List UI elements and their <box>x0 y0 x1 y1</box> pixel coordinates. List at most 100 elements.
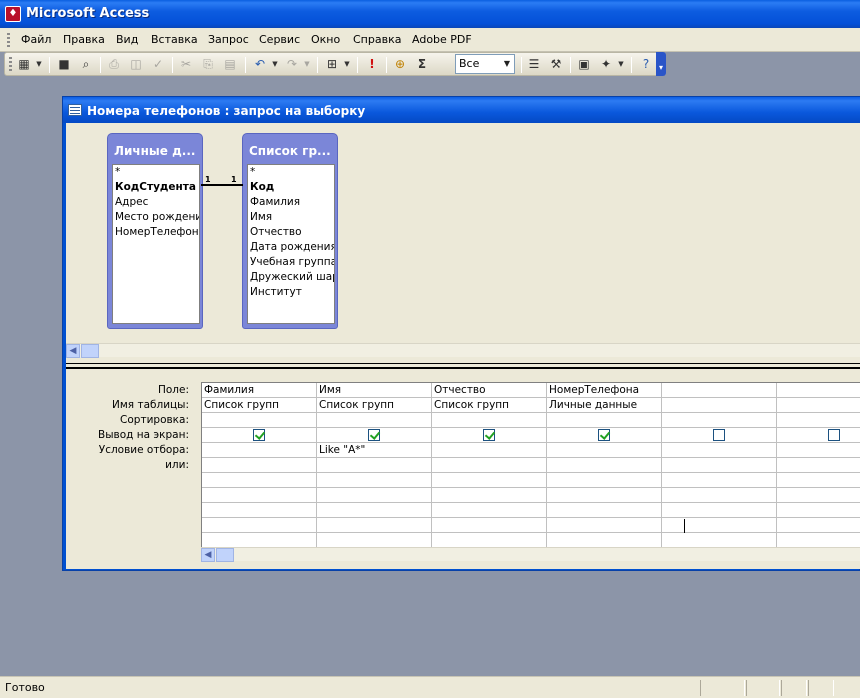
grid-cell-sort[interactable] <box>317 413 431 428</box>
grid-cell-empty[interactable] <box>547 518 661 533</box>
grid-cell-empty[interactable] <box>432 503 546 518</box>
menu-edit[interactable]: Правка <box>63 33 105 46</box>
view-icon[interactable]: ▦ <box>15 56 33 73</box>
grid-cell-empty[interactable] <box>317 518 431 533</box>
grid-cell-table[interactable]: Список групп <box>432 398 546 413</box>
grid-cell-empty[interactable] <box>662 488 776 503</box>
grid-cell-field[interactable] <box>777 383 860 398</box>
grid-cell-empty[interactable] <box>662 518 776 533</box>
grid-cell-criteria[interactable]: Like "А*" <box>317 443 431 458</box>
menu-query[interactable]: Запрос <box>208 33 249 46</box>
chevron-down-icon[interactable]: ▼ <box>500 55 514 73</box>
grid-cell-empty[interactable] <box>317 473 431 488</box>
grid-cell-table[interactable] <box>777 398 860 413</box>
grid-cell-empty[interactable] <box>202 488 316 503</box>
field-list[interactable]: * КодСтудента Адрес Место рождения Номер… <box>112 164 200 324</box>
grid-cell-empty[interactable] <box>777 488 860 503</box>
grid-cell-criteria[interactable] <box>547 443 661 458</box>
table-pane-scrollbar[interactable]: ◀ <box>66 343 860 358</box>
copy-icon[interactable]: ⎘ <box>199 56 217 73</box>
scroll-left-icon[interactable]: ◀ <box>201 548 215 562</box>
field-list-item[interactable]: Имя <box>248 210 334 225</box>
grid-cell-criteria[interactable] <box>777 443 860 458</box>
grid-cell-field[interactable]: НомерТелефона <box>547 383 661 398</box>
grid-cell-or[interactable] <box>547 458 661 473</box>
grid-cell-empty[interactable] <box>317 503 431 518</box>
show-checkbox[interactable] <box>483 429 495 441</box>
grid-cell-empty[interactable] <box>777 503 860 518</box>
table-box-title[interactable]: Список гр... <box>249 144 331 158</box>
table-box-personal-data[interactable]: Личные д... * КодСтудента Адрес Место ро… <box>107 133 203 329</box>
grid-cell-show[interactable] <box>317 428 431 443</box>
grid-cell-or[interactable] <box>432 458 546 473</box>
grid-cell-sort[interactable] <box>777 413 860 428</box>
field-list-item[interactable]: * <box>113 165 199 180</box>
show-checkbox[interactable] <box>253 429 265 441</box>
field-list-item[interactable]: Адрес <box>113 195 199 210</box>
undo-dropdown-icon[interactable]: ▼ <box>271 56 279 73</box>
field-list-item-key[interactable]: Код <box>248 180 334 195</box>
grid-cell-sort[interactable] <box>202 413 316 428</box>
grid-cell-show[interactable] <box>547 428 661 443</box>
database-window-icon[interactable]: ▣ <box>575 56 593 73</box>
grid-cell-empty[interactable] <box>317 488 431 503</box>
grid-cell-show[interactable] <box>202 428 316 443</box>
view-dropdown-icon[interactable]: ▼ <box>35 56 43 73</box>
grid-cell-empty[interactable] <box>432 488 546 503</box>
table-box-title[interactable]: Личные д... <box>114 144 196 158</box>
run-icon[interactable]: ! <box>363 56 381 73</box>
grid-cell-empty[interactable] <box>547 503 661 518</box>
paste-icon[interactable]: ▤ <box>221 56 239 73</box>
grid-cell-or[interactable] <box>777 458 860 473</box>
grid-cell-table[interactable]: Список групп <box>317 398 431 413</box>
grid-cell-sort[interactable] <box>432 413 546 428</box>
new-object-icon[interactable]: ✦ <box>597 56 615 73</box>
properties-icon[interactable]: ☰ <box>525 56 543 73</box>
grid-cell-field[interactable]: Фамилия <box>202 383 316 398</box>
grid-cell-field[interactable]: Имя <box>317 383 431 398</box>
grid-cell-show[interactable] <box>662 428 776 443</box>
menu-file[interactable]: Файл <box>21 33 51 46</box>
table-box-group-list[interactable]: Список гр... * Код Фамилия Имя Отчество … <box>242 133 338 329</box>
build-icon[interactable]: ⚒ <box>547 56 565 73</box>
grid-cell-criteria[interactable] <box>662 443 776 458</box>
query-type-dropdown-icon[interactable]: ▼ <box>343 56 351 73</box>
field-list-item[interactable]: * <box>248 165 334 180</box>
grid-cell-show[interactable] <box>432 428 546 443</box>
grid-scrollbar[interactable]: ◀ <box>201 547 860 562</box>
grid-cell-empty[interactable] <box>777 518 860 533</box>
show-checkbox[interactable] <box>368 429 380 441</box>
toolbar-options-icon[interactable]: ▾ <box>656 52 666 76</box>
grid-cell-criteria[interactable] <box>202 443 316 458</box>
grid-cell-field[interactable] <box>662 383 776 398</box>
show-table-icon[interactable]: ⊕ <box>391 56 409 73</box>
grid-cell-table[interactable]: Личные данные <box>547 398 661 413</box>
query-icon[interactable] <box>68 104 82 116</box>
field-list-item[interactable]: Фамилия <box>248 195 334 210</box>
grid-cell-or[interactable] <box>202 458 316 473</box>
toolbar-grip-handle[interactable] <box>9 57 12 72</box>
grid-cell-empty[interactable] <box>547 473 661 488</box>
grid-cell-empty[interactable] <box>202 473 316 488</box>
menu-help[interactable]: Справка <box>353 33 401 46</box>
scrollbar-thumb[interactable] <box>81 344 99 358</box>
join-line[interactable]: 1 1 <box>201 175 243 191</box>
app-title-bar[interactable]: ♦ Microsoft Access <box>0 0 860 28</box>
query-window-title-bar[interactable]: Номера телефонов : запрос на выборку <box>63 97 860 123</box>
menu-tools[interactable]: Сервис <box>259 33 300 46</box>
show-checkbox[interactable] <box>598 429 610 441</box>
redo-dropdown-icon[interactable]: ▼ <box>303 56 311 73</box>
menu-insert[interactable]: Вставка <box>151 33 198 46</box>
grid-cell-empty[interactable] <box>662 473 776 488</box>
menu-view[interactable]: Вид <box>116 33 138 46</box>
spelling-icon[interactable]: ✓ <box>149 56 167 73</box>
grid-cell-table[interactable] <box>662 398 776 413</box>
field-list-item[interactable]: Место рождения <box>113 210 199 225</box>
field-list-item-key[interactable]: КодСтудента <box>113 180 199 195</box>
query-type-icon[interactable]: ⊞ <box>323 56 341 73</box>
access-key-icon[interactable]: ♦ <box>5 6 21 22</box>
grid-cell-table[interactable]: Список групп <box>202 398 316 413</box>
help-icon[interactable]: ? <box>637 56 655 73</box>
grid-cell-or[interactable] <box>317 458 431 473</box>
grid-cell-empty[interactable] <box>432 518 546 533</box>
